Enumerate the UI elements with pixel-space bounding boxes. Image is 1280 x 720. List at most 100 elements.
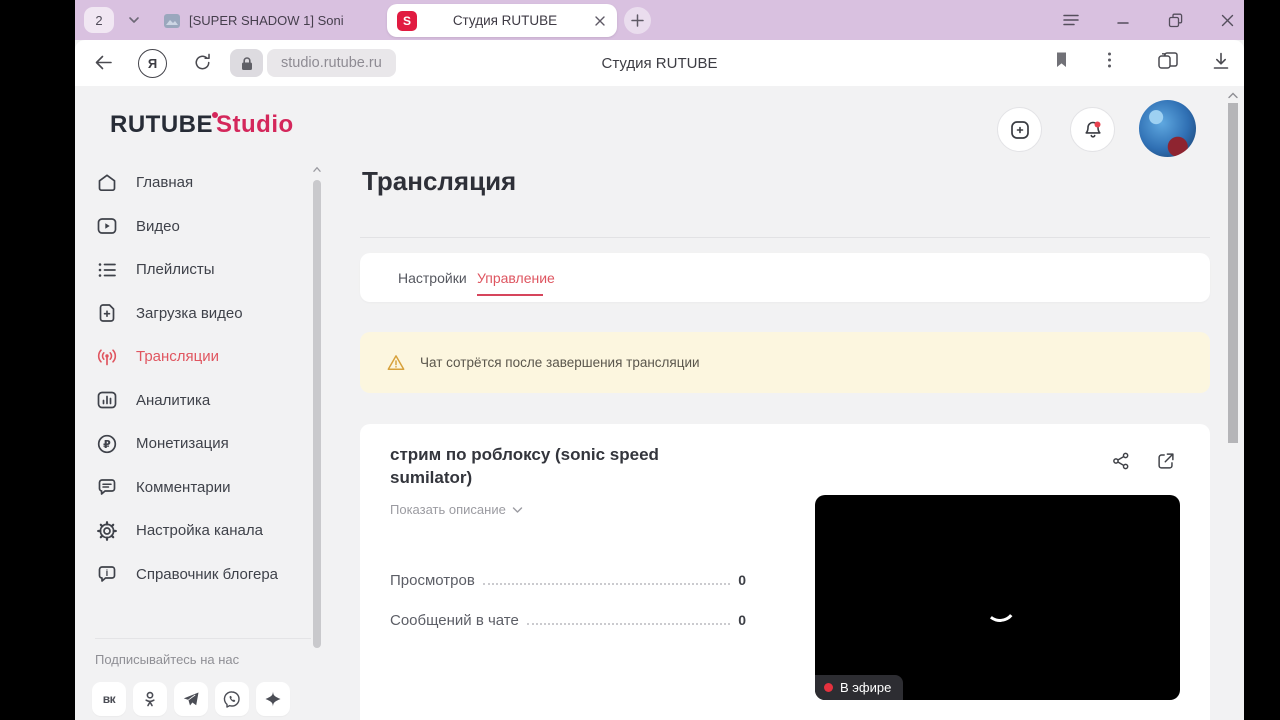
tab-count-badge[interactable]: 2: [84, 7, 114, 33]
browser-tab-strip: 2 [SUPER SHADOW 1] Soni S Студия RUTUBE: [75, 0, 1244, 40]
tab-list-chevron-down-icon[interactable]: [123, 9, 145, 31]
tabs-panel-icon[interactable]: [1157, 51, 1179, 71]
sidebar-scroll-up-icon[interactable]: [313, 166, 321, 173]
stream-title: стрим по роблоксу (sonic speed sumilator…: [390, 445, 659, 487]
svg-text:i: i: [106, 568, 109, 579]
sidebar-item-blogger-guide[interactable]: i Справочник блогера: [95, 553, 313, 597]
gear-icon: [97, 520, 117, 541]
sidebar-item-upload[interactable]: Загрузка видео: [95, 292, 313, 336]
new-tab-button[interactable]: [624, 7, 651, 34]
browser-address-bar: Студия RUTUBE Я studio.rutube.ru: [75, 40, 1244, 86]
browser-tab-active[interactable]: S Студия RUTUBE: [387, 4, 617, 37]
rutube-favicon: S: [397, 10, 417, 31]
broadcast-icon: [97, 349, 117, 366]
yandex-browser-icon[interactable]: Я: [138, 49, 167, 78]
chevron-down-icon: [512, 506, 523, 513]
sidebar-item-label: Трансляции: [136, 348, 220, 366]
stat-row-chat-messages: Сообщений в чате 0: [390, 612, 746, 629]
sidebar: Главная Видео Плейлисты Загрузка видео Т…: [95, 161, 313, 596]
sidebar-item-label: Аналитика: [136, 391, 211, 409]
screen-letterbox-right: [1244, 0, 1280, 720]
sidebar-scrollbar[interactable]: [313, 180, 321, 648]
broadcast-tabs: Настройки Управление: [360, 253, 1210, 302]
stat-value: 0: [738, 612, 746, 628]
tab-close-icon[interactable]: [593, 14, 607, 28]
page-scrollbar[interactable]: [1227, 86, 1239, 720]
vk-icon: вк: [102, 692, 116, 706]
stream-preview[interactable]: В эфире: [815, 495, 1180, 700]
star-icon: [265, 691, 281, 707]
sidebar-item-comments[interactable]: Комментарии: [95, 466, 313, 510]
stream-card: стрим по роблоксу (sonic speed sumilator…: [360, 424, 1210, 720]
live-dot-icon: [824, 683, 833, 692]
sidebar-item-playlists[interactable]: Плейлисты: [95, 248, 313, 292]
browser-window: 2 [SUPER SHADOW 1] Soni S Студия RUTUBE: [75, 0, 1244, 720]
viber-link[interactable]: [215, 682, 249, 716]
comments-icon: [98, 479, 116, 496]
loading-spinner-icon: [982, 588, 1018, 624]
warning-icon: [385, 352, 407, 374]
url-field[interactable]: studio.rutube.ru: [267, 49, 396, 77]
show-description-label: Показать описание: [390, 502, 506, 517]
sidebar-item-label: Главная: [136, 174, 194, 192]
home-icon: [98, 174, 116, 191]
window-minimize-button[interactable]: [1111, 8, 1135, 32]
ok-link[interactable]: [133, 682, 167, 716]
active-tab-underline: [477, 294, 543, 296]
stat-row-views: Просмотров 0: [390, 572, 746, 589]
warning-text: Чат сотрётся после завершения трансляции: [420, 355, 700, 370]
inactive-tab-favicon: [164, 13, 180, 28]
tab-settings[interactable]: Настройки: [398, 253, 467, 302]
sidebar-item-home[interactable]: Главная: [95, 161, 313, 205]
follow-us-label: Подписывайтесь на нас: [95, 652, 240, 667]
chat-warning-banner: Чат сотрётся после завершения трансляции: [360, 332, 1210, 393]
telegram-icon: [183, 692, 199, 706]
ruble-icon: ₽: [97, 434, 117, 453]
video-icon: [97, 218, 117, 235]
window-restore-button[interactable]: [1163, 8, 1187, 32]
sidebar-item-broadcasts[interactable]: Трансляции: [95, 335, 313, 379]
sidebar-item-channel-settings[interactable]: Настройка канала: [95, 509, 313, 553]
logo-rutube-text: RUTUBE: [110, 111, 213, 138]
viber-icon: [223, 691, 240, 708]
inactive-tab-title: [SUPER SHADOW 1] Soni: [189, 13, 344, 28]
sidebar-item-label: Видео: [136, 217, 180, 235]
refresh-icon[interactable]: [191, 51, 214, 74]
bookmark-icon[interactable]: [1053, 51, 1070, 69]
back-icon[interactable]: [92, 51, 115, 74]
logo-studio-text: Studio: [216, 111, 294, 138]
sidebar-item-monetization[interactable]: ₽ Монетизация: [95, 422, 313, 466]
page-title: Трансляция: [362, 166, 517, 196]
stat-label: Сообщений в чате: [390, 612, 519, 629]
tab-title-fade: [341, 7, 387, 34]
browser-menu-icon[interactable]: [1059, 8, 1083, 32]
share-button[interactable]: [1110, 450, 1132, 472]
screen-letterbox-left: [0, 0, 75, 720]
active-tab-title: Студия RUTUBE: [452, 13, 558, 28]
sidebar-item-label: Плейлисты: [136, 261, 215, 279]
sidebar-item-video[interactable]: Видео: [95, 205, 313, 249]
dotted-leader: [526, 623, 731, 625]
svg-text:₽: ₽: [103, 439, 111, 451]
page-scrollbar-thumb[interactable]: [1228, 103, 1238, 443]
guide-icon: i: [98, 566, 116, 583]
logo-dot: [212, 112, 218, 118]
window-close-button[interactable]: [1215, 8, 1239, 32]
vk-link[interactable]: вк: [92, 682, 126, 716]
more-options-icon[interactable]: [1107, 51, 1112, 69]
analytics-icon: [97, 391, 117, 409]
zen-link[interactable]: [256, 682, 290, 716]
rutube-studio-page: RUTUBE Studio Главная Видео Плейлисты За…: [75, 86, 1244, 720]
show-description-toggle[interactable]: Показать описание: [390, 502, 523, 517]
telegram-link[interactable]: [174, 682, 208, 716]
browser-tab-inactive[interactable]: [SUPER SHADOW 1] Soni: [163, 7, 387, 34]
rutube-studio-logo[interactable]: RUTUBE Studio: [110, 111, 294, 139]
sidebar-item-analytics[interactable]: Аналитика: [95, 379, 313, 423]
lock-icon[interactable]: [230, 49, 263, 77]
open-external-button[interactable]: [1155, 450, 1177, 472]
sidebar-divider: [95, 638, 311, 639]
download-icon[interactable]: [1211, 51, 1231, 71]
stat-label: Просмотров: [390, 572, 475, 589]
social-links: вк: [92, 682, 290, 716]
stat-value: 0: [738, 572, 746, 588]
